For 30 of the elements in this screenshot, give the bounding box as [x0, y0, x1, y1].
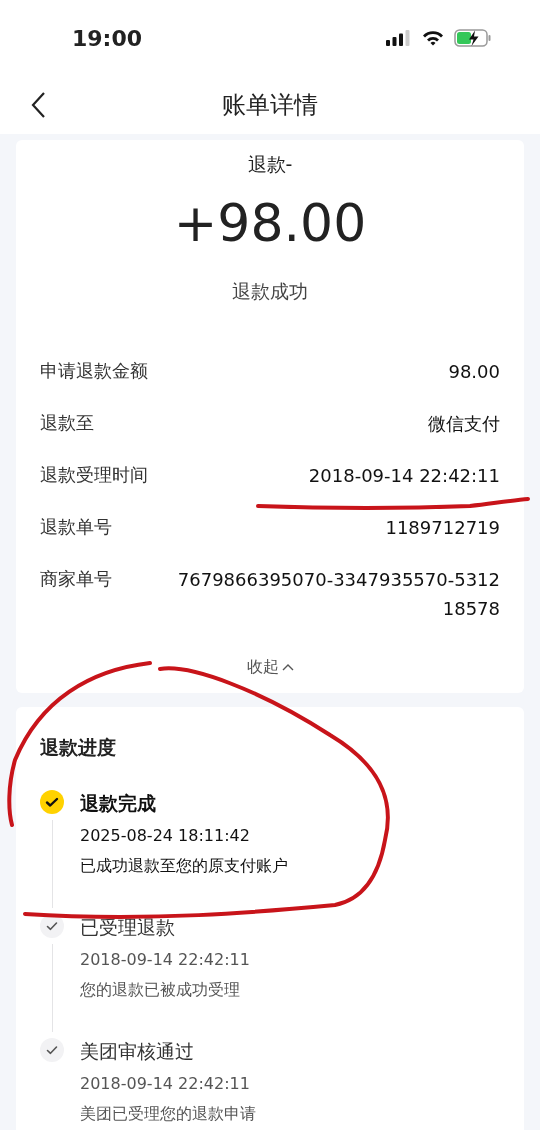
- collapse-link[interactable]: 收起: [246, 655, 294, 679]
- detail-value: 2018-09-14 22:42:11: [308, 464, 500, 488]
- status-time: 19:00: [72, 24, 143, 53]
- detail-label: 退款至: [40, 411, 94, 435]
- step-description: 已成功退款至您的原支付账户: [80, 854, 288, 877]
- step-description: 您的退款已被成功受理: [80, 978, 241, 1001]
- step-title: 已受理退款: [80, 914, 176, 940]
- step-time: 2018-09-14 22:42:11: [80, 948, 250, 971]
- signal-icon: [386, 30, 412, 46]
- step-time: 2018-09-14 22:42:11: [80, 1072, 251, 1095]
- detail-label: 商家单号: [40, 567, 112, 591]
- transaction-type: 退款-: [247, 152, 293, 177]
- progress-title: 退款进度: [40, 735, 117, 760]
- refund-status: 退款成功: [232, 278, 308, 304]
- step-title: 退款完成: [80, 790, 157, 816]
- detail-value: 98.00: [448, 360, 500, 384]
- detail-label: 退款单号: [40, 515, 112, 539]
- wifi-icon: [422, 30, 444, 46]
- step-description: 美团已受理您的退款申请: [80, 1102, 256, 1125]
- detail-label: 退款受理时间: [40, 463, 148, 487]
- detail-value: 微信支付: [428, 412, 500, 436]
- amount: +98.00: [173, 191, 367, 255]
- step-title: 美团审核通过: [80, 1038, 195, 1064]
- detail-label: 申请退款金额: [40, 359, 148, 383]
- detail-value: 1189712719: [385, 516, 500, 540]
- battery-charging-icon: [454, 29, 492, 47]
- page-title: 账单详情: [222, 90, 318, 121]
- chevron-up-icon: [281, 663, 294, 671]
- detail-value: 7679866395070-3347935570-531218578: [176, 568, 500, 621]
- step-time: 2025-08-24 18:11:42: [80, 824, 251, 847]
